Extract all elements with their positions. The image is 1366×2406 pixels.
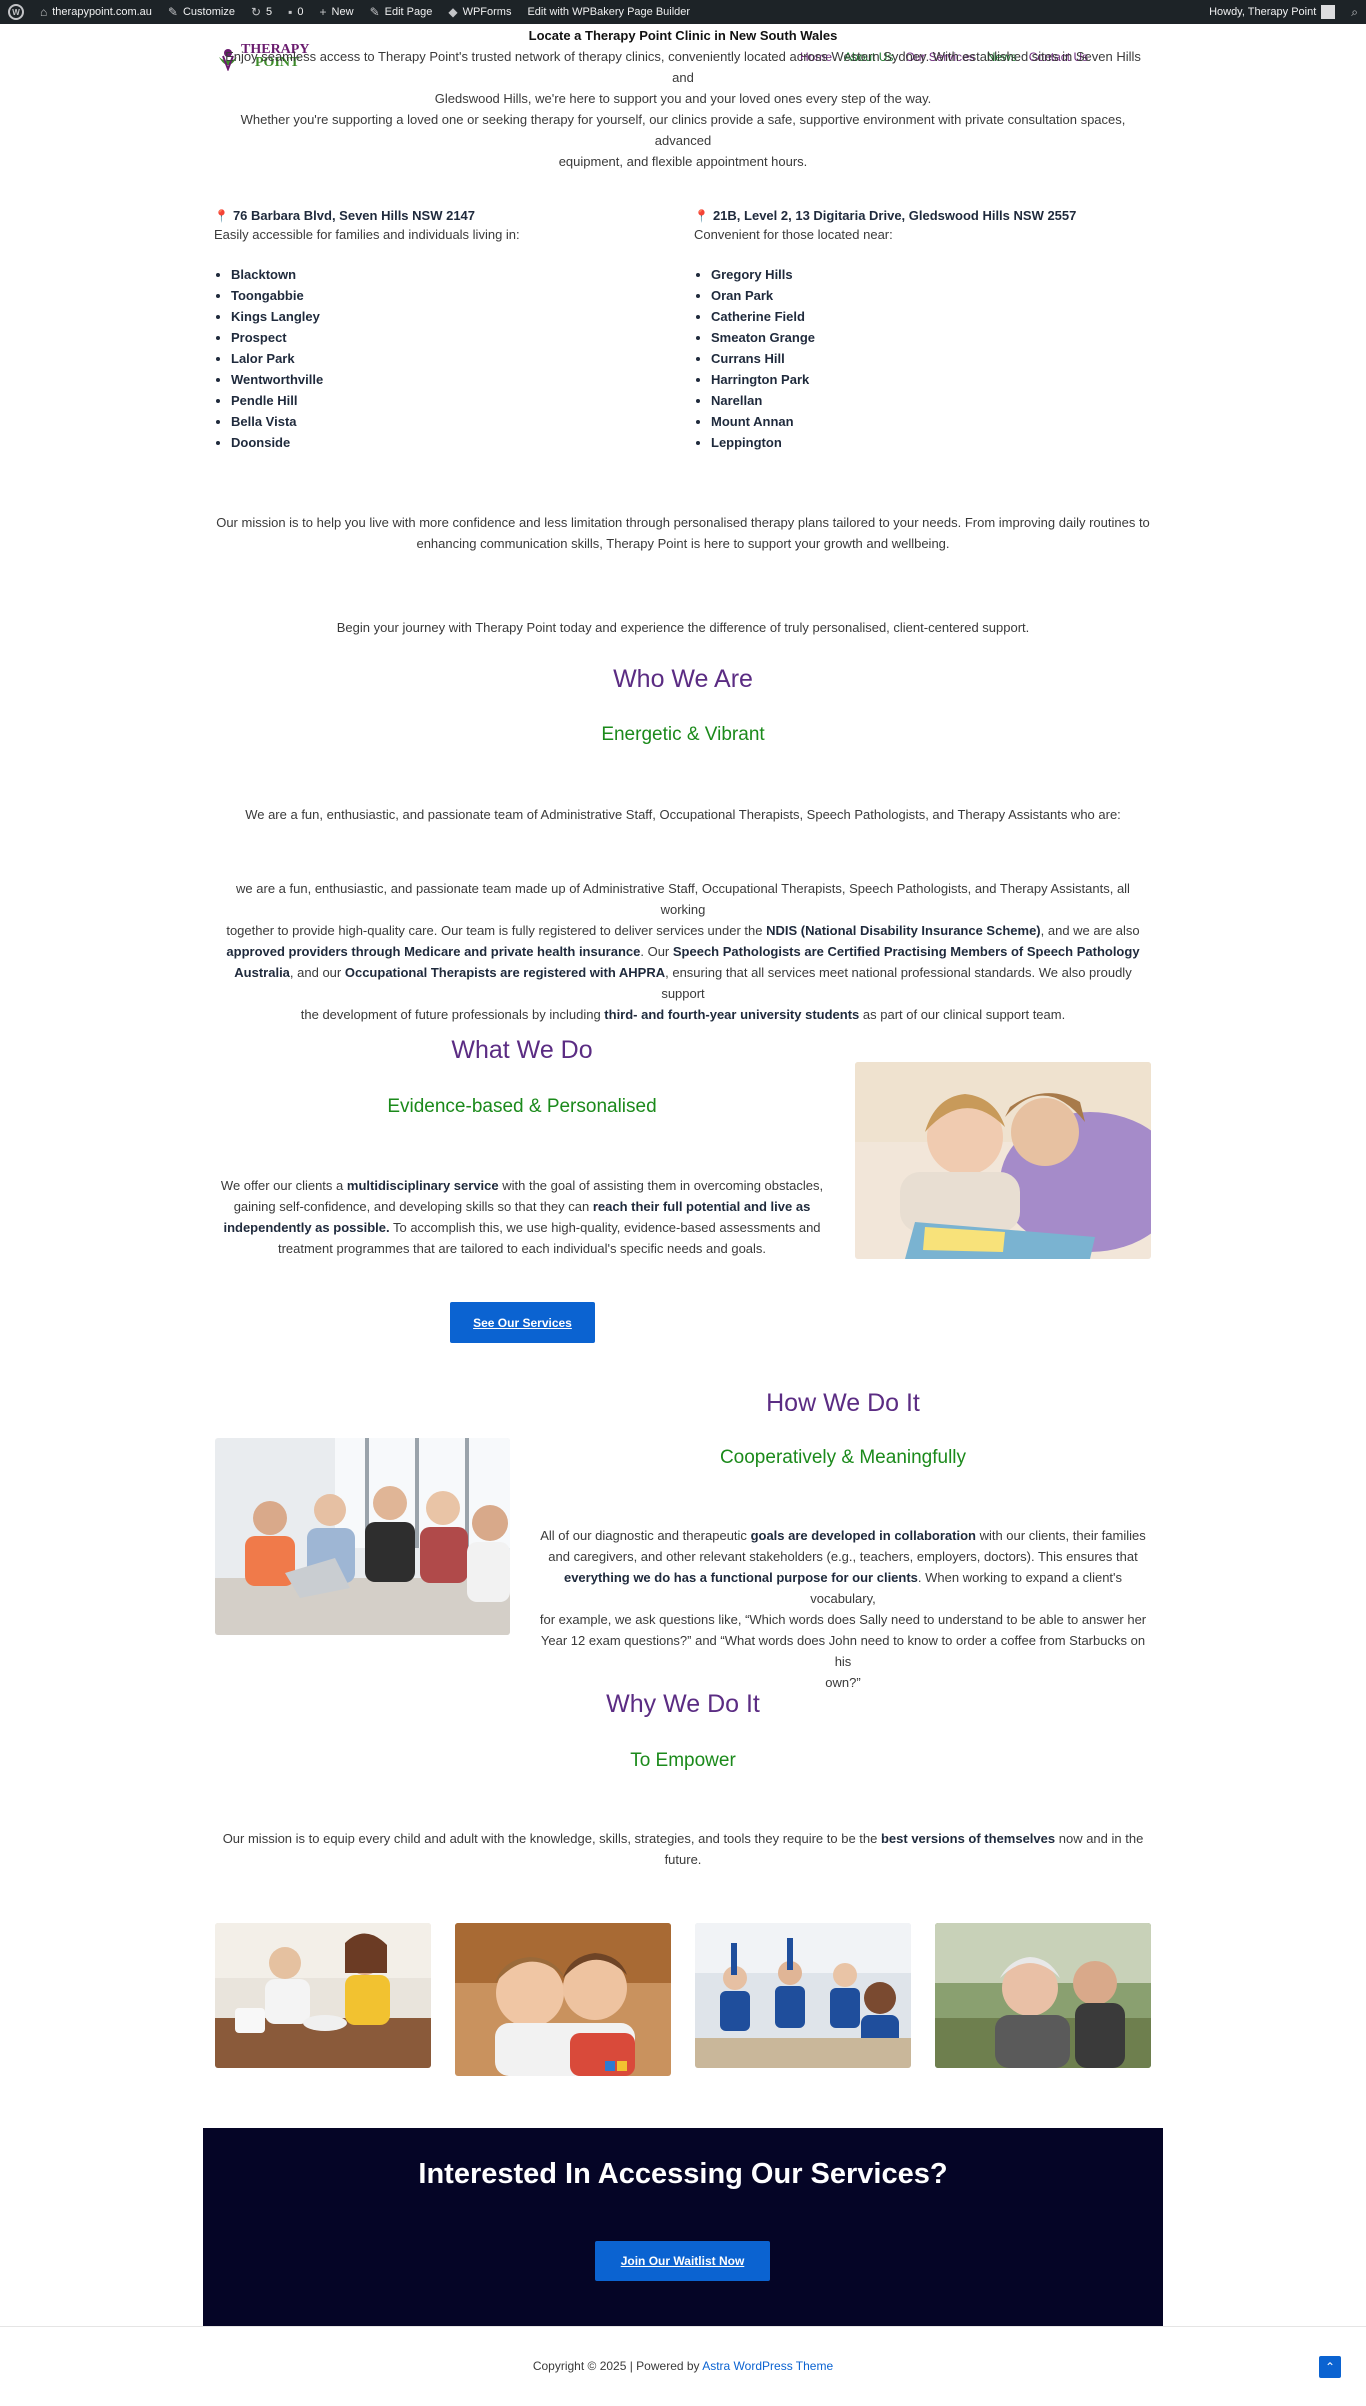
clinic-address: 76 Barbara Blvd, Seven Hills NSW 2147 <box>232 208 476 223</box>
map-pin-icon: 📍 <box>214 209 229 223</box>
admin-bar: W ⌂ therapypoint.com.au ✎ Customize ↻ 5 ▪ 0 … <box>0 0 1366 24</box>
wordpress-logo-icon: W <box>8 4 24 20</box>
wordpress-menu[interactable]: W <box>0 0 32 24</box>
what-we-do-paragraph: We offer our clients a multidisciplinary… <box>220 1178 824 1256</box>
edit-page-link[interactable]: ✎ Edit Page <box>362 0 441 24</box>
why-we-do-it-title: Why We Do It <box>606 1690 760 1718</box>
team-meeting-photo <box>215 1438 510 1635</box>
footer-copyright: Copyright © 2025 | Powered by Astra Word… <box>532 2359 834 2373</box>
mission-paragraph: Our mission is to help you live with mor… <box>216 515 1150 551</box>
avatar <box>1321 5 1336 19</box>
clinic-gledswood-hills: 📍 21B, Level 2, 13 Digitaria Drive, Gleds… <box>694 208 1154 453</box>
list-item: Smeaton Grange <box>711 327 1154 348</box>
list-item: Leppington <box>711 432 1154 453</box>
list-item: Mount Annan <box>711 411 1154 432</box>
list-item: Catherine Field <box>711 306 1154 327</box>
list-item: Kings Langley <box>231 306 674 327</box>
join-waitlist-button[interactable]: Join Our Waitlist Now <box>595 2241 770 2281</box>
updates-link[interactable]: ↻ 5 <box>243 0 280 24</box>
who-we-are-lead: We are a fun, enthusiastic, and passiona… <box>245 807 1121 822</box>
list-item: Bella Vista <box>231 411 674 432</box>
comment-icon: ▪ <box>288 5 293 19</box>
suburb-list: Blacktown Toongabbie Kings Langley Prosp… <box>214 264 674 453</box>
new-content-link[interactable]: + New <box>312 0 362 24</box>
what-we-do-subtitle: Evidence-based & Personalised <box>387 1096 657 1117</box>
home-icon: ⌂ <box>40 5 48 19</box>
list-item: Pendle Hill <box>231 390 674 411</box>
customize-link[interactable]: ✎ Customize <box>160 0 243 24</box>
list-item: Toongabbie <box>231 285 674 306</box>
paintbrush-icon: ✎ <box>167 5 178 19</box>
list-item: Lalor Park <box>231 348 674 369</box>
list-item: Blacktown <box>231 264 674 285</box>
refresh-icon: ↻ <box>250 5 262 19</box>
baking-photo <box>215 1923 431 2068</box>
who-we-are-paragraph: we are a fun, enthusiastic, and passiona… <box>226 881 1140 1022</box>
cta-title: Interested In Accessing Our Services? <box>418 2158 948 2190</box>
clinic-address: 21B, Level 2, 13 Digitaria Drive, Gledsw… <box>712 208 1077 223</box>
see-our-services-button[interactable]: See Our Services <box>450 1302 595 1343</box>
locate-title: Locate a Therapy Point Clinic in New Sou… <box>528 28 838 43</box>
list-item: Wentworthville <box>231 369 674 390</box>
how-we-do-it-title: How We Do It <box>766 1389 920 1417</box>
begin-journey-text: Begin your journey with Therapy Point to… <box>336 620 1030 635</box>
admin-site-link[interactable]: ⌂ therapypoint.com.au <box>32 0 160 24</box>
wpforms-link[interactable]: ◆ WPForms <box>440 0 519 24</box>
why-we-do-it-paragraph: Our mission is to equip every child and … <box>222 1831 1144 1867</box>
elderly-outdoor-photo <box>935 1923 1151 2068</box>
chevron-up-icon: ⌃ <box>1324 2360 1336 2374</box>
list-item: Harrington Park <box>711 369 1154 390</box>
map-pin-icon: 📍 <box>694 209 709 223</box>
search-icon: ⌕ <box>1351 4 1358 19</box>
list-item: Narellan <box>711 390 1154 411</box>
how-we-do-it-subtitle: Cooperatively & Meaningfully <box>719 1447 967 1468</box>
list-item: Oran Park <box>711 285 1154 306</box>
admin-search[interactable]: ⌕ <box>1343 0 1366 24</box>
list-item: Doonside <box>231 432 674 453</box>
list-item: Gregory Hills <box>711 264 1154 285</box>
comments-link[interactable]: ▪ 0 <box>280 0 311 24</box>
classroom-photo <box>695 1923 911 2068</box>
list-item: Prospect <box>231 327 674 348</box>
scroll-to-top-button[interactable]: ⌃ <box>1319 2356 1341 2378</box>
who-we-are-title: Who We Are <box>613 665 753 693</box>
wpbakery-link[interactable]: Edit with WPBakery Page Builder <box>519 0 698 24</box>
footer-divider <box>0 2326 1366 2327</box>
suburb-list: Gregory Hills Oran Park Catherine Field … <box>694 264 1154 453</box>
account-menu[interactable]: Howdy, Therapy Point <box>1201 0 1343 24</box>
how-we-do-it-paragraph: All of our diagnostic and therapeutic go… <box>539 1528 1147 1690</box>
astra-theme-link[interactable]: Astra WordPress Theme <box>702 2359 833 2373</box>
pencil-icon: ✎ <box>369 5 380 19</box>
why-we-do-it-subtitle: To Empower <box>630 1750 736 1771</box>
who-we-are-subtitle: Energetic & Vibrant <box>601 724 765 745</box>
clinic-seven-hills: 📍 76 Barbara Blvd, Seven Hills NSW 2147 E… <box>214 208 674 453</box>
child-reading-photo <box>855 1062 1151 1259</box>
locate-paragraph: Whether you're supporting a loved one or… <box>240 112 1126 169</box>
locate-intro: Enjoy seamless access to Therapy Point's… <box>225 49 1141 106</box>
clinic-subtitle: Convenient for those located near: <box>694 227 893 242</box>
boys-hugging-photo <box>455 1923 671 2076</box>
list-item: Currans Hill <box>711 348 1154 369</box>
what-we-do-title: What We Do <box>451 1036 593 1064</box>
cta-section: Interested In Accessing Our Services? Jo… <box>203 2128 1163 2326</box>
wpforms-icon: ◆ <box>448 5 458 19</box>
clinic-subtitle: Easily accessible for families and indiv… <box>214 227 520 242</box>
plus-icon: + <box>319 5 327 19</box>
